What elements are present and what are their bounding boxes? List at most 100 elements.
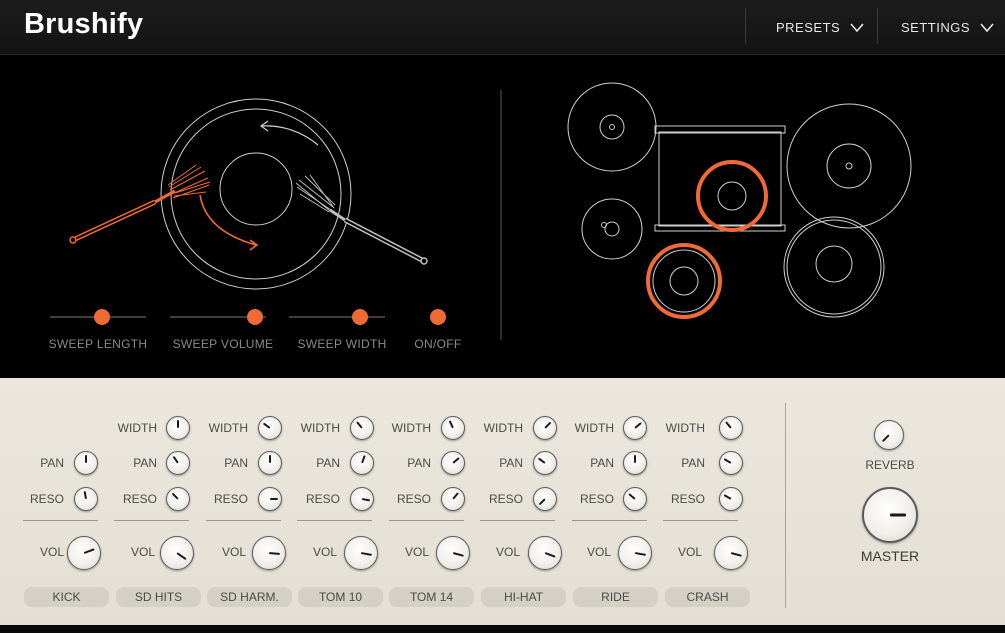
chevron-down-icon xyxy=(980,22,994,32)
channel-button-crash[interactable]: CRASH xyxy=(665,587,750,607)
pan-label: PAN xyxy=(40,456,64,470)
brush-panel: SWEEP LENGTH SWEEP VOLUME SWEEP WIDTH ON… xyxy=(0,55,1005,378)
drum-kit-diagram xyxy=(567,82,912,318)
width-label: WIDTH xyxy=(574,421,614,435)
separator xyxy=(663,520,738,521)
orange-brush-icon xyxy=(69,164,211,244)
vol-knob[interactable] xyxy=(618,536,652,570)
reverb-knob[interactable] xyxy=(874,420,904,450)
pan-knob[interactable] xyxy=(258,451,282,475)
channel-button-tom-14[interactable]: TOM 14 xyxy=(389,587,474,607)
master-label: MASTER xyxy=(860,548,920,564)
reso-knob[interactable] xyxy=(719,487,743,511)
width-label: WIDTH xyxy=(117,421,157,435)
width-label: WIDTH xyxy=(665,421,705,435)
pan-knob[interactable] xyxy=(719,451,743,475)
pan-knob[interactable] xyxy=(533,451,557,475)
separator xyxy=(572,520,647,521)
master-knob[interactable] xyxy=(862,487,918,543)
separator xyxy=(297,520,372,521)
sweep-width-slider[interactable] xyxy=(352,309,368,325)
header-divider xyxy=(877,8,878,44)
bottom-bar xyxy=(0,625,1005,633)
vol-label: VOL xyxy=(495,545,520,559)
width-knob[interactable] xyxy=(533,416,557,440)
pan-label: PAN xyxy=(224,456,248,470)
reso-knob[interactable] xyxy=(258,487,282,511)
reso-label: RESO xyxy=(488,492,523,506)
vol-knob[interactable] xyxy=(436,536,470,570)
width-label: WIDTH xyxy=(483,421,523,435)
channel-button-kick[interactable]: KICK xyxy=(24,587,109,607)
separator xyxy=(206,520,281,521)
channel-button-hi-hat[interactable]: HI-HAT xyxy=(481,587,566,607)
vol-label: VOL xyxy=(404,545,429,559)
reso-label: RESO xyxy=(305,492,340,506)
width-knob[interactable] xyxy=(166,416,190,440)
pan-label: PAN xyxy=(681,456,705,470)
chevron-down-icon xyxy=(850,22,864,32)
reso-label: RESO xyxy=(396,492,431,506)
separator xyxy=(480,520,555,521)
width-label: WIDTH xyxy=(391,421,431,435)
presets-label: PRESETS xyxy=(776,19,841,35)
header-bar: Brushify PRESETS SETTINGS xyxy=(0,0,1005,55)
separator xyxy=(23,520,98,521)
master-divider xyxy=(785,403,786,608)
settings-menu[interactable]: SETTINGS xyxy=(901,0,994,54)
reso-knob[interactable] xyxy=(441,487,465,511)
pan-knob[interactable] xyxy=(166,451,190,475)
highlighted-drums[interactable] xyxy=(646,160,768,319)
vol-label: VOL xyxy=(586,545,611,559)
vol-label: VOL xyxy=(677,545,702,559)
on-off-label: ON/OFF xyxy=(414,337,462,351)
vol-knob[interactable] xyxy=(344,536,378,570)
sweep-length-slider[interactable] xyxy=(94,309,110,325)
vol-label: VOL xyxy=(312,545,337,559)
reso-label: RESO xyxy=(579,492,614,506)
vol-knob[interactable] xyxy=(252,536,286,570)
vol-knob[interactable] xyxy=(528,536,562,570)
sweep-volume-slider[interactable] xyxy=(247,309,263,325)
presets-menu[interactable]: PRESETS xyxy=(776,0,864,54)
pan-knob[interactable] xyxy=(623,451,647,475)
channel-button-sd-harm[interactable]: SD HARM. xyxy=(207,587,292,607)
app-title: Brushify xyxy=(24,8,144,40)
header-divider xyxy=(745,8,746,44)
sweep-volume-label: SWEEP VOLUME xyxy=(172,337,274,351)
channel-button-tom-10[interactable]: TOM 10 xyxy=(298,587,383,607)
width-knob[interactable] xyxy=(441,416,465,440)
pan-knob[interactable] xyxy=(441,451,465,475)
reso-label: RESO xyxy=(213,492,248,506)
brushify-app: Brushify PRESETS SETTINGS SWEEP LENGTH S… xyxy=(0,0,1005,633)
pan-label: PAN xyxy=(133,456,157,470)
mixer-panel: PAN RESO VOL KICK WIDTH PAN RESO VOL SD … xyxy=(0,378,1005,625)
width-knob[interactable] xyxy=(350,416,374,440)
settings-label: SETTINGS xyxy=(901,19,971,35)
reso-label: RESO xyxy=(670,492,705,506)
width-knob[interactable] xyxy=(258,416,282,440)
channel-button-sd-hits[interactable]: SD HITS xyxy=(116,587,201,607)
pan-knob[interactable] xyxy=(74,451,98,475)
reso-knob[interactable] xyxy=(623,487,647,511)
width-label: WIDTH xyxy=(300,421,340,435)
on-off-toggle[interactable] xyxy=(430,309,446,325)
vol-label: VOL xyxy=(39,545,64,559)
reso-knob[interactable] xyxy=(350,487,374,511)
vol-knob[interactable] xyxy=(160,536,194,570)
pan-label: PAN xyxy=(499,456,523,470)
reverb-label: REVERB xyxy=(865,458,915,472)
reso-knob[interactable] xyxy=(166,487,190,511)
pan-knob[interactable] xyxy=(350,451,374,475)
reso-knob[interactable] xyxy=(533,487,557,511)
vol-knob[interactable] xyxy=(67,536,101,570)
pan-label: PAN xyxy=(590,456,614,470)
reso-label: RESO xyxy=(122,492,157,506)
pan-label: PAN xyxy=(316,456,340,470)
width-knob[interactable] xyxy=(623,416,647,440)
width-knob[interactable] xyxy=(719,416,743,440)
vol-label: VOL xyxy=(221,545,246,559)
vol-knob[interactable] xyxy=(714,536,748,570)
channel-button-ride[interactable]: RIDE xyxy=(573,587,658,607)
reso-knob[interactable] xyxy=(74,487,98,511)
